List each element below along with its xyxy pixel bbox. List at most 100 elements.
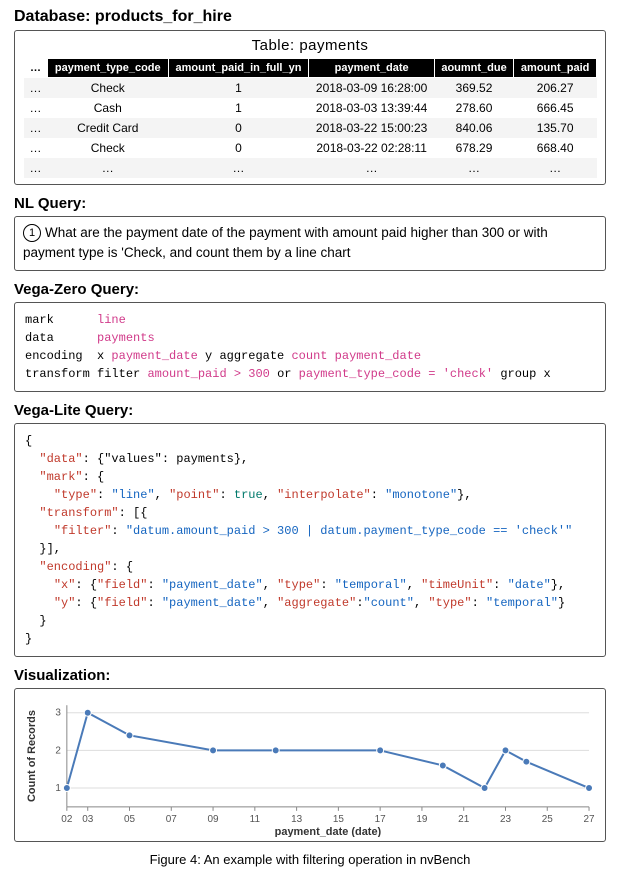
- vz-txt: or: [277, 367, 291, 381]
- svg-text:09: 09: [208, 813, 220, 824]
- vl-key: "type": [54, 488, 97, 502]
- data-table: … payment_type_codeamount_paid_in_full_yn…: [23, 58, 597, 178]
- table-cell: …: [24, 118, 48, 138]
- svg-text:11: 11: [250, 813, 261, 824]
- vl-txt: }],: [39, 542, 61, 556]
- svg-text:15: 15: [333, 813, 345, 824]
- table-cell: 2018-03-03 13:39:44: [309, 98, 434, 118]
- step-badge-1: 1: [23, 224, 41, 242]
- svg-text:payment_date (date): payment_date (date): [275, 825, 382, 836]
- table-cell: 1: [168, 78, 309, 99]
- svg-text:07: 07: [166, 813, 178, 824]
- vl-str: "line": [111, 488, 154, 502]
- visualization-title: Visualization:: [14, 667, 606, 684]
- vl-key: "encoding": [39, 560, 111, 574]
- table-cell: …: [48, 158, 169, 178]
- chart-panel: 1230203050709111315171921232527payment_d…: [14, 688, 606, 842]
- vl-key: "field": [97, 578, 147, 592]
- nl-query-content: What are the payment date of the payment…: [23, 225, 548, 260]
- vl-key: "mark": [39, 470, 82, 484]
- vl-txt: : {: [111, 560, 133, 574]
- vl-str: "payment_date": [162, 578, 263, 592]
- table-row: …Credit Card02018-03-22 15:00:23840.0613…: [24, 118, 597, 138]
- vz-val: count payment_date: [291, 349, 421, 363]
- table-cell: 0: [168, 118, 309, 138]
- svg-text:21: 21: [458, 813, 470, 824]
- vega-zero-title: Vega-Zero Query:: [14, 281, 606, 298]
- svg-text:13: 13: [291, 813, 303, 824]
- svg-text:23: 23: [500, 813, 512, 824]
- svg-text:17: 17: [375, 813, 387, 824]
- svg-text:27: 27: [583, 813, 595, 824]
- table-cell: 2018-03-22 15:00:23: [309, 118, 434, 138]
- vz-txt: x: [97, 349, 104, 363]
- vl-str: "temporal": [335, 578, 407, 592]
- table-cell: 2018-03-22 02:28:11: [309, 138, 434, 158]
- vz-txt: group x: [500, 367, 550, 381]
- table-cell: Credit Card: [48, 118, 169, 138]
- table-cell: Cash: [48, 98, 169, 118]
- table-cell: 840.06: [434, 118, 514, 138]
- table-header-cell: payment_type_code: [48, 59, 169, 78]
- table-row: …Cash12018-03-03 13:39:44278.60666.45: [24, 98, 597, 118]
- figure-caption: Figure 4: An example with filtering oper…: [14, 852, 606, 867]
- vl-key: "timeUnit": [421, 578, 493, 592]
- vz-txt: filter: [97, 367, 140, 381]
- table-cell: …: [434, 158, 514, 178]
- nl-query-title: NL Query:: [14, 195, 606, 212]
- vz-val: payments: [97, 331, 155, 345]
- table-cell: Check: [48, 78, 169, 99]
- vl-key: "y": [54, 596, 76, 610]
- vz-kw: data: [25, 331, 54, 345]
- vl-brace: {: [25, 434, 32, 448]
- vl-txt: : {"values": payments},: [83, 452, 249, 466]
- table-cell: 0: [168, 138, 309, 158]
- table-cell: …: [24, 98, 48, 118]
- vl-str: "monotone": [385, 488, 457, 502]
- table-row: …Check02018-03-22 02:28:11678.29668.40: [24, 138, 597, 158]
- vl-key: "type": [428, 596, 471, 610]
- table-cell: 206.27: [514, 78, 597, 99]
- table-header-cell: aoumnt_due: [434, 59, 514, 78]
- table-cell: 666.45: [514, 98, 597, 118]
- vl-txt: : {: [83, 470, 105, 484]
- vz-val: amount_paid > 300: [147, 367, 269, 381]
- vl-brace: }: [25, 632, 32, 646]
- table-row: …Check12018-03-09 16:28:00369.52206.27: [24, 78, 597, 99]
- svg-text:02: 02: [61, 813, 73, 824]
- table-body: …Check12018-03-09 16:28:00369.52206.27…C…: [24, 78, 597, 179]
- vl-key: "field": [97, 596, 147, 610]
- vz-val: payment_type_code = 'check': [299, 367, 493, 381]
- vl-key: "interpolate": [277, 488, 371, 502]
- svg-text:25: 25: [542, 813, 554, 824]
- vega-lite-title: Vega-Lite Query:: [14, 402, 606, 419]
- vega-lite-code: { "data": {"values": payments}, "mark": …: [14, 423, 606, 657]
- line-chart: 1230203050709111315171921232527payment_d…: [21, 697, 599, 837]
- table-header-cell: amount_paid_in_full_yn: [168, 59, 309, 78]
- svg-text:Count of Records: Count of Records: [26, 710, 38, 802]
- vl-key: "x": [54, 578, 76, 592]
- table-cell: 668.40: [514, 138, 597, 158]
- vz-kw: mark: [25, 313, 54, 327]
- vl-key: "filter": [54, 524, 112, 538]
- nl-query-text: 1What are the payment date of the paymen…: [23, 223, 597, 264]
- vz-kw: encoding: [25, 349, 83, 363]
- vz-txt: y aggregate: [205, 349, 284, 363]
- vl-str: "datum.amount_paid > 300 | datum.payment…: [126, 524, 572, 538]
- table-header-row: …payment_type_codeamount_paid_in_full_yn…: [24, 59, 597, 78]
- table-caption: Table: payments: [23, 37, 597, 54]
- svg-text:05: 05: [124, 813, 136, 824]
- vl-key: "transform": [39, 506, 118, 520]
- table-cell: 678.29: [434, 138, 514, 158]
- svg-text:03: 03: [82, 813, 94, 824]
- svg-text:2: 2: [55, 745, 61, 756]
- vz-val: payment_date: [111, 349, 197, 363]
- vl-str: "date": [508, 578, 551, 592]
- table-header-cell: payment_date: [309, 59, 434, 78]
- svg-text:3: 3: [55, 707, 61, 718]
- svg-text:19: 19: [416, 813, 428, 824]
- table-cell: …: [24, 138, 48, 158]
- table-cell: 278.60: [434, 98, 514, 118]
- table-cell: 1: [168, 98, 309, 118]
- vl-bool: true: [234, 488, 263, 502]
